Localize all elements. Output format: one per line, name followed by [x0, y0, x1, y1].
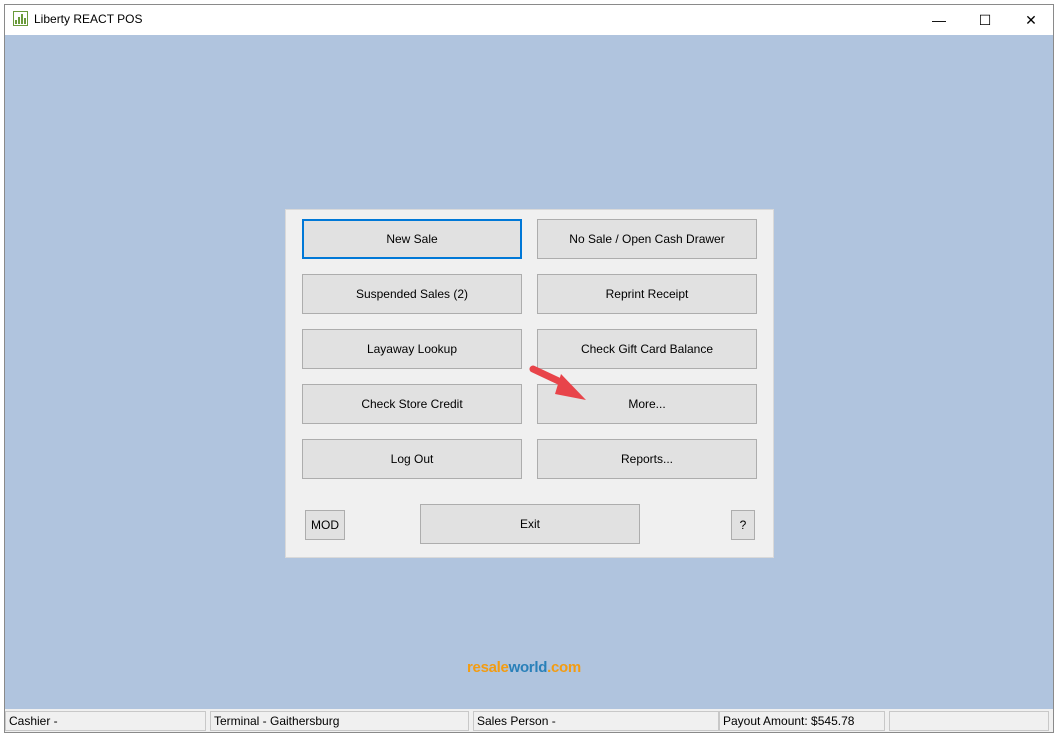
window-title: Liberty REACT POS — [34, 12, 143, 26]
close-icon: ✕ — [1025, 11, 1037, 28]
more-button[interactable]: More... — [537, 384, 757, 424]
log-out-button[interactable]: Log Out — [302, 439, 522, 479]
check-gift-card-balance-button[interactable]: Check Gift Card Balance — [537, 329, 757, 369]
app-icon — [13, 11, 28, 26]
status-cashier: Cashier - — [5, 711, 206, 731]
status-terminal: Terminal - Gaithersburg — [210, 711, 469, 731]
resaleworld-logo: resaleworld.com — [467, 659, 581, 676]
main-menu-panel: New Sale No Sale / Open Cash Drawer Susp… — [285, 209, 774, 558]
layaway-lookup-button[interactable]: Layaway Lookup — [302, 329, 522, 369]
status-sales-person: Sales Person - — [473, 711, 719, 731]
status-payout-amount: Payout Amount: $545.78 — [719, 711, 885, 731]
help-button[interactable]: ? — [731, 510, 755, 540]
minimize-icon: — — [932, 12, 946, 28]
app-window: Liberty REACT POS — ☐ ✕ New Sale No Sale… — [4, 4, 1054, 733]
close-button[interactable]: ✕ — [1008, 5, 1053, 35]
reports-button[interactable]: Reports... — [537, 439, 757, 479]
check-store-credit-button[interactable]: Check Store Credit — [302, 384, 522, 424]
no-sale-open-cash-drawer-button[interactable]: No Sale / Open Cash Drawer — [537, 219, 757, 259]
maximize-icon: ☐ — [978, 11, 992, 28]
mod-button[interactable]: MOD — [305, 510, 345, 540]
title-bar[interactable]: Liberty REACT POS — ☐ ✕ — [5, 5, 1053, 35]
new-sale-button[interactable]: New Sale — [302, 219, 522, 259]
minimize-button[interactable]: — — [916, 5, 962, 35]
status-bar: Cashier - Terminal - Gaithersburg Sales … — [5, 709, 1053, 732]
maximize-button[interactable]: ☐ — [962, 5, 1008, 35]
reprint-receipt-button[interactable]: Reprint Receipt — [537, 274, 757, 314]
suspended-sales-button[interactable]: Suspended Sales (2) — [302, 274, 522, 314]
exit-button[interactable]: Exit — [420, 504, 640, 544]
status-extra — [889, 711, 1049, 731]
